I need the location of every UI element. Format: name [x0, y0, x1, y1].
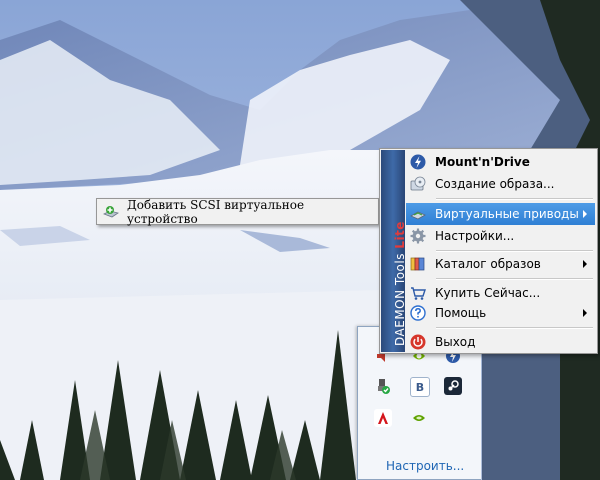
daemon-tools-context-menu: DAEMON Tools Lite Mount'n'Drive Создание… [379, 148, 598, 354]
menu-separator [436, 198, 593, 200]
menu-item-help[interactable]: Помощь [406, 302, 595, 324]
usb-safe-remove-icon[interactable] [374, 377, 392, 395]
power-icon [410, 334, 426, 350]
menu-separator [436, 278, 593, 280]
virtual-drive-icon [410, 206, 426, 222]
menu-separator [436, 250, 593, 252]
menu-item-settings[interactable]: Настройки... [406, 225, 595, 247]
menu-banner: DAEMON Tools Lite [381, 150, 407, 352]
submenu-arrow-icon [583, 260, 587, 268]
menu-item-mount-n-drive[interactable]: Mount'n'Drive [406, 151, 595, 173]
menu-item-exit[interactable]: Выход [406, 331, 595, 353]
banner-brand: DAEMON Tools Lite [393, 221, 407, 346]
vk-icon[interactable]: В [410, 377, 430, 397]
gear-icon [410, 228, 426, 244]
virtual-drives-submenu: Добавить SCSI виртуальное устройство [96, 198, 379, 226]
add-device-icon [103, 204, 119, 220]
menu-item-virtual-drives[interactable]: Виртуальные приводы [406, 203, 595, 225]
customize-link[interactable]: Настроить... [386, 459, 464, 473]
shopping-cart-icon [410, 285, 426, 301]
submenu-arrow-icon [583, 309, 587, 317]
avira-icon[interactable] [374, 409, 392, 427]
menu-separator [436, 327, 593, 329]
disc-create-icon [410, 176, 426, 192]
nvidia-settings-icon[interactable] [410, 409, 428, 427]
menu-item-create-image[interactable]: Создание образа... [406, 173, 595, 195]
image-catalog-icon [410, 256, 426, 272]
steam-icon[interactable] [444, 377, 462, 395]
menu-item-buy-now[interactable]: Купить Сейчас... [406, 282, 595, 304]
submenu-arrow-icon [583, 210, 587, 218]
submenu-item-label: Добавить SCSI виртуальное устройство [127, 197, 305, 226]
help-icon [410, 305, 426, 321]
add-scsi-device-item[interactable]: Добавить SCSI виртуальное устройство [99, 198, 376, 226]
menu-item-image-catalog[interactable]: Каталог образов [406, 253, 595, 275]
lightning-icon [410, 154, 426, 170]
